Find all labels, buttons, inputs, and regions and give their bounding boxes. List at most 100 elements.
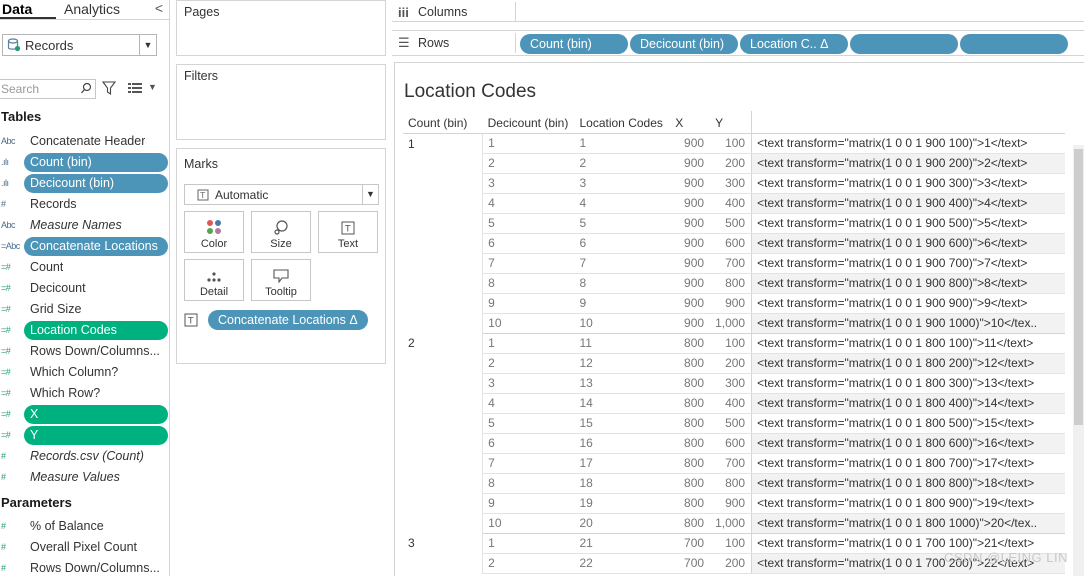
mark-type-select[interactable]: T Automatic ▼ bbox=[184, 184, 379, 205]
cell-decicount-bin[interactable]: 7 bbox=[482, 253, 575, 274]
field-item[interactable]: =# Grid Size bbox=[0, 299, 169, 319]
cell-x[interactable]: 800 bbox=[670, 513, 711, 534]
cell-x[interactable]: 700 bbox=[670, 533, 711, 554]
cell-text-markup[interactable]: <text transform="matrix(1 0 0 1 900 300)… bbox=[751, 173, 1065, 194]
cell-text-markup[interactable]: <text transform="matrix(1 0 0 1 800 900)… bbox=[751, 493, 1065, 514]
cell-y[interactable]: 400 bbox=[710, 193, 752, 214]
cell-location-code[interactable]: 14 bbox=[574, 393, 671, 414]
cell-y[interactable]: 200 bbox=[710, 353, 752, 374]
field-item[interactable]: Abc Measure Names bbox=[0, 215, 169, 235]
tab-analytics[interactable]: Analytics bbox=[56, 0, 122, 19]
cell-decicount-bin[interactable]: 3 bbox=[482, 173, 575, 194]
pages-card[interactable]: Pages bbox=[176, 0, 386, 56]
cell-count-bin[interactable]: 3 bbox=[403, 533, 484, 553]
tooltip-button[interactable]: Tooltip bbox=[251, 259, 311, 301]
cell-count-bin[interactable] bbox=[403, 293, 484, 313]
cell-location-code[interactable]: 11 bbox=[574, 333, 671, 354]
cell-count-bin[interactable]: 1 bbox=[403, 133, 484, 153]
cell-y[interactable]: 800 bbox=[710, 273, 752, 294]
cell-location-code[interactable]: 15 bbox=[574, 413, 671, 434]
cell-count-bin[interactable] bbox=[403, 393, 484, 413]
cell-count-bin[interactable]: 2 bbox=[403, 333, 484, 353]
cell-count-bin[interactable] bbox=[403, 253, 484, 273]
cell-location-code[interactable]: 4 bbox=[574, 193, 671, 214]
cell-count-bin[interactable] bbox=[403, 493, 484, 513]
cell-count-bin[interactable] bbox=[403, 453, 484, 473]
cell-location-code[interactable]: 22 bbox=[574, 553, 671, 574]
field-item[interactable]: =# Decicount bbox=[0, 278, 169, 298]
cell-y[interactable]: 900 bbox=[710, 493, 752, 514]
cell-location-code[interactable]: 19 bbox=[574, 493, 671, 514]
filter-icon[interactable] bbox=[102, 81, 116, 95]
field-item[interactable]: .ılı Decicount (bin) bbox=[0, 173, 169, 193]
cell-y[interactable]: 600 bbox=[710, 233, 752, 254]
cell-text-markup[interactable]: <text transform="matrix(1 0 0 1 900 100)… bbox=[751, 133, 1065, 154]
cell-text-markup[interactable]: <text transform="matrix(1 0 0 1 900 500)… bbox=[751, 213, 1065, 234]
cell-decicount-bin[interactable]: 10 bbox=[482, 313, 575, 334]
cell-x[interactable]: 900 bbox=[670, 253, 711, 274]
cell-y[interactable]: 100 bbox=[710, 533, 752, 554]
cell-count-bin[interactable] bbox=[403, 513, 484, 533]
text-button[interactable]: T Text bbox=[318, 211, 378, 253]
rows-shelf[interactable]: ☰ Rows Count (bin) Decicount (bin) Locat… bbox=[392, 30, 1084, 56]
cell-location-code[interactable]: 16 bbox=[574, 433, 671, 454]
field-item[interactable]: =# Count bbox=[0, 257, 169, 277]
cell-y[interactable]: 300 bbox=[710, 373, 752, 394]
cell-x[interactable]: 800 bbox=[670, 413, 711, 434]
cell-decicount-bin[interactable]: 5 bbox=[482, 413, 575, 434]
cell-text-markup[interactable]: <text transform="matrix(1 0 0 1 800 300)… bbox=[751, 373, 1065, 394]
cell-count-bin[interactable] bbox=[403, 413, 484, 433]
cell-y[interactable]: 100 bbox=[710, 133, 752, 154]
list-view-icon[interactable] bbox=[128, 82, 142, 94]
cell-x[interactable]: 800 bbox=[670, 453, 711, 474]
cell-decicount-bin[interactable]: 1 bbox=[482, 333, 575, 354]
header-count-bin[interactable]: Count (bin) bbox=[403, 111, 483, 134]
cell-x[interactable]: 900 bbox=[670, 273, 711, 294]
cell-text-markup[interactable]: <text transform="matrix(1 0 0 1 900 900)… bbox=[751, 293, 1065, 314]
rows-pill-x[interactable]: X Δ bbox=[850, 34, 958, 54]
cell-location-code[interactable]: 3 bbox=[574, 173, 671, 194]
cell-y[interactable]: 700 bbox=[710, 253, 752, 274]
field-item[interactable]: =# Which Row? bbox=[0, 383, 169, 403]
cell-count-bin[interactable] bbox=[403, 173, 484, 193]
cell-decicount-bin[interactable]: 6 bbox=[482, 233, 575, 254]
cell-x[interactable]: 800 bbox=[670, 393, 711, 414]
cell-decicount-bin[interactable]: 2 bbox=[482, 553, 575, 574]
cell-location-code[interactable]: 2 bbox=[574, 153, 671, 174]
cell-y[interactable]: 400 bbox=[710, 393, 752, 414]
cell-location-code[interactable]: 17 bbox=[574, 453, 671, 474]
cell-x[interactable]: 800 bbox=[670, 493, 711, 514]
cell-location-code[interactable]: 10 bbox=[574, 313, 671, 334]
cell-decicount-bin[interactable]: 3 bbox=[482, 373, 575, 394]
cell-decicount-bin[interactable]: 4 bbox=[482, 393, 575, 414]
parameter-item[interactable]: # Overall Pixel Count bbox=[0, 537, 169, 557]
cell-x[interactable]: 800 bbox=[670, 373, 711, 394]
header-location-codes[interactable]: Location Codes bbox=[574, 111, 671, 134]
cell-x[interactable]: 900 bbox=[670, 233, 711, 254]
cell-location-code[interactable]: 7 bbox=[574, 253, 671, 274]
cell-decicount-bin[interactable]: 9 bbox=[482, 493, 575, 514]
cell-x[interactable]: 800 bbox=[670, 353, 711, 374]
cell-decicount-bin[interactable]: 4 bbox=[482, 193, 575, 214]
rows-pill-count-bin[interactable]: Count (bin) bbox=[520, 34, 628, 54]
cell-x[interactable]: 800 bbox=[670, 333, 711, 354]
cell-location-code[interactable]: 6 bbox=[574, 233, 671, 254]
cell-x[interactable]: 900 bbox=[670, 153, 711, 174]
field-item[interactable]: # Measure Values bbox=[0, 467, 169, 487]
field-item[interactable]: Abc Concatenate Header bbox=[0, 131, 169, 151]
cell-y[interactable]: 800 bbox=[710, 473, 752, 494]
chevron-down-icon[interactable]: ▼ bbox=[139, 35, 156, 55]
cell-decicount-bin[interactable]: 7 bbox=[482, 453, 575, 474]
color-button[interactable]: Color bbox=[184, 211, 244, 253]
cell-decicount-bin[interactable]: 1 bbox=[482, 533, 575, 554]
field-item[interactable]: =# Location Codes bbox=[0, 320, 169, 340]
field-search-input[interactable]: Search bbox=[0, 79, 96, 99]
cell-location-code[interactable]: 21 bbox=[574, 533, 671, 554]
tab-data[interactable]: Data bbox=[0, 0, 56, 19]
rows-pill-y[interactable]: Y Δ bbox=[960, 34, 1068, 54]
header-y[interactable]: Y bbox=[710, 111, 752, 134]
cell-text-markup[interactable]: <text transform="matrix(1 0 0 1 800 800)… bbox=[751, 473, 1065, 494]
cell-count-bin[interactable] bbox=[403, 373, 484, 393]
rows-pill-location-codes[interactable]: Location C.. Δ bbox=[740, 34, 848, 54]
cell-count-bin[interactable] bbox=[403, 193, 484, 213]
